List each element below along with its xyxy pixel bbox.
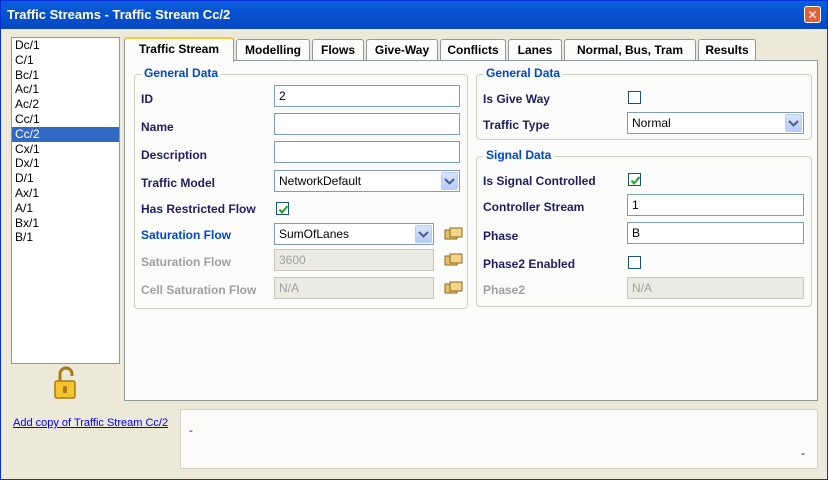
traffic-model-value: NetworkDefault: [279, 174, 362, 188]
description-field[interactable]: [274, 141, 460, 163]
list-item[interactable]: Dc/1: [12, 38, 119, 53]
phase-label: Phase: [483, 229, 519, 243]
traffic-stream-panel: General Data ID 2 Name Description Traff…: [124, 60, 818, 401]
name-label: Name: [141, 120, 174, 134]
id-label: ID: [141, 92, 153, 106]
phase2-enabled-checkbox[interactable]: [628, 256, 641, 269]
status-panel: - -: [180, 409, 818, 469]
controller-stream-label: Controller Stream: [483, 200, 585, 214]
list-item[interactable]: Ax/1: [12, 186, 119, 201]
traffic-type-value: Normal: [632, 116, 671, 130]
traffic-type-label: Traffic Type: [483, 118, 550, 132]
has-restricted-flow-label: Has Restricted Flow: [141, 202, 256, 216]
stream-list[interactable]: Dc/1 C/1 Bc/1 Ac/1 Ac/2 Cc/1 Cc/2 Cx/1 Dx/1 D/1 Ax…: [11, 37, 120, 364]
list-item[interactable]: Dx/1: [12, 156, 119, 171]
checkmark-icon: [630, 176, 641, 186]
add-copy-link[interactable]: Add copy of Traffic Stream Cc/2: [13, 417, 168, 429]
id-field[interactable]: 2: [274, 85, 460, 107]
signal-data-group: Signal Data Is Signal Controlled Control…: [476, 148, 812, 307]
list-item[interactable]: Ac/2: [12, 97, 119, 112]
list-item[interactable]: B/1: [12, 230, 119, 245]
general-data-group: General Data ID 2 Name Description Traff…: [134, 66, 468, 309]
is-signal-controlled-label: Is Signal Controlled: [483, 174, 596, 188]
chevron-down-icon[interactable]: [785, 114, 802, 132]
saturation-flow-label: Saturation Flow: [141, 228, 231, 242]
tab-lanes[interactable]: Lanes: [508, 39, 562, 60]
title-bar[interactable]: Traffic Streams - Traffic Stream Cc/2 ✕: [1, 1, 827, 29]
window-title: Traffic Streams - Traffic Stream Cc/2: [7, 7, 231, 22]
calculator-icon[interactable]: [443, 226, 463, 242]
cell-saturation-flow-label: Cell Saturation Flow: [141, 283, 257, 297]
is-give-way-checkbox[interactable]: [628, 91, 641, 104]
status-top-text: -: [189, 424, 193, 437]
saturation-flow-disabled-label: Saturation Flow: [141, 255, 231, 269]
general-data-right-title: General Data: [483, 66, 564, 80]
list-item[interactable]: Cc/2: [12, 126, 119, 142]
phase-field[interactable]: B: [627, 222, 804, 244]
cell-saturation-flow-field: N/A: [274, 277, 434, 299]
tab-conflicts[interactable]: Conflicts: [440, 39, 506, 60]
is-give-way-label: Is Give Way: [483, 92, 550, 106]
controller-stream-field[interactable]: 1: [627, 194, 804, 216]
is-signal-controlled-checkbox[interactable]: [628, 173, 641, 186]
traffic-streams-window: Traffic Streams - Traffic Stream Cc/2 ✕ …: [0, 0, 828, 480]
list-item[interactable]: Bc/1: [12, 68, 119, 83]
list-item[interactable]: Ac/1: [12, 82, 119, 97]
unlocked-padlock-icon[interactable]: [51, 365, 81, 401]
tab-traffic-stream[interactable]: Traffic Stream: [124, 37, 234, 62]
tab-give-way[interactable]: Give-Way: [366, 39, 438, 60]
status-bottom-text: -: [801, 447, 805, 460]
has-restricted-flow-checkbox[interactable]: [276, 202, 289, 215]
signal-data-title: Signal Data: [483, 148, 555, 162]
close-button[interactable]: ✕: [804, 6, 821, 23]
calculator-icon[interactable]: [443, 280, 463, 296]
list-item[interactable]: Cx/1: [12, 142, 119, 157]
saturation-flow-value: SumOfLanes: [279, 227, 350, 241]
description-label: Description: [141, 148, 208, 162]
phase2-enabled-label: Phase2 Enabled: [483, 257, 576, 271]
chevron-down-icon[interactable]: [441, 172, 458, 190]
tab-results[interactable]: Results: [698, 39, 756, 60]
list-item[interactable]: Cc/1: [12, 112, 119, 127]
tab-modelling[interactable]: Modelling: [236, 39, 310, 60]
checkmark-icon: [278, 205, 289, 215]
list-item[interactable]: D/1: [12, 171, 119, 186]
calculator-icon[interactable]: [443, 252, 463, 268]
list-item[interactable]: A/1: [12, 201, 119, 216]
general-data-right-group: General Data Is Give Way Traffic Type No…: [476, 66, 812, 140]
saturation-flow-select[interactable]: SumOfLanes: [274, 223, 434, 245]
phase2-label: Phase2: [483, 283, 526, 297]
general-data-title: General Data: [141, 66, 222, 80]
saturation-flow-disabled-field: 3600: [274, 249, 434, 271]
tab-flows[interactable]: Flows: [312, 39, 364, 60]
name-field[interactable]: [274, 113, 460, 135]
tab-normal-bus-tram[interactable]: Normal, Bus, Tram: [564, 39, 696, 60]
traffic-type-select[interactable]: Normal: [627, 112, 804, 134]
list-item[interactable]: Bx/1: [12, 216, 119, 231]
chevron-down-icon[interactable]: [415, 225, 432, 243]
traffic-model-label: Traffic Model: [141, 176, 216, 190]
phase2-field: N/A: [627, 277, 804, 299]
list-item[interactable]: C/1: [12, 53, 119, 68]
close-icon: ✕: [807, 8, 818, 22]
traffic-model-select[interactable]: NetworkDefault: [274, 170, 460, 192]
